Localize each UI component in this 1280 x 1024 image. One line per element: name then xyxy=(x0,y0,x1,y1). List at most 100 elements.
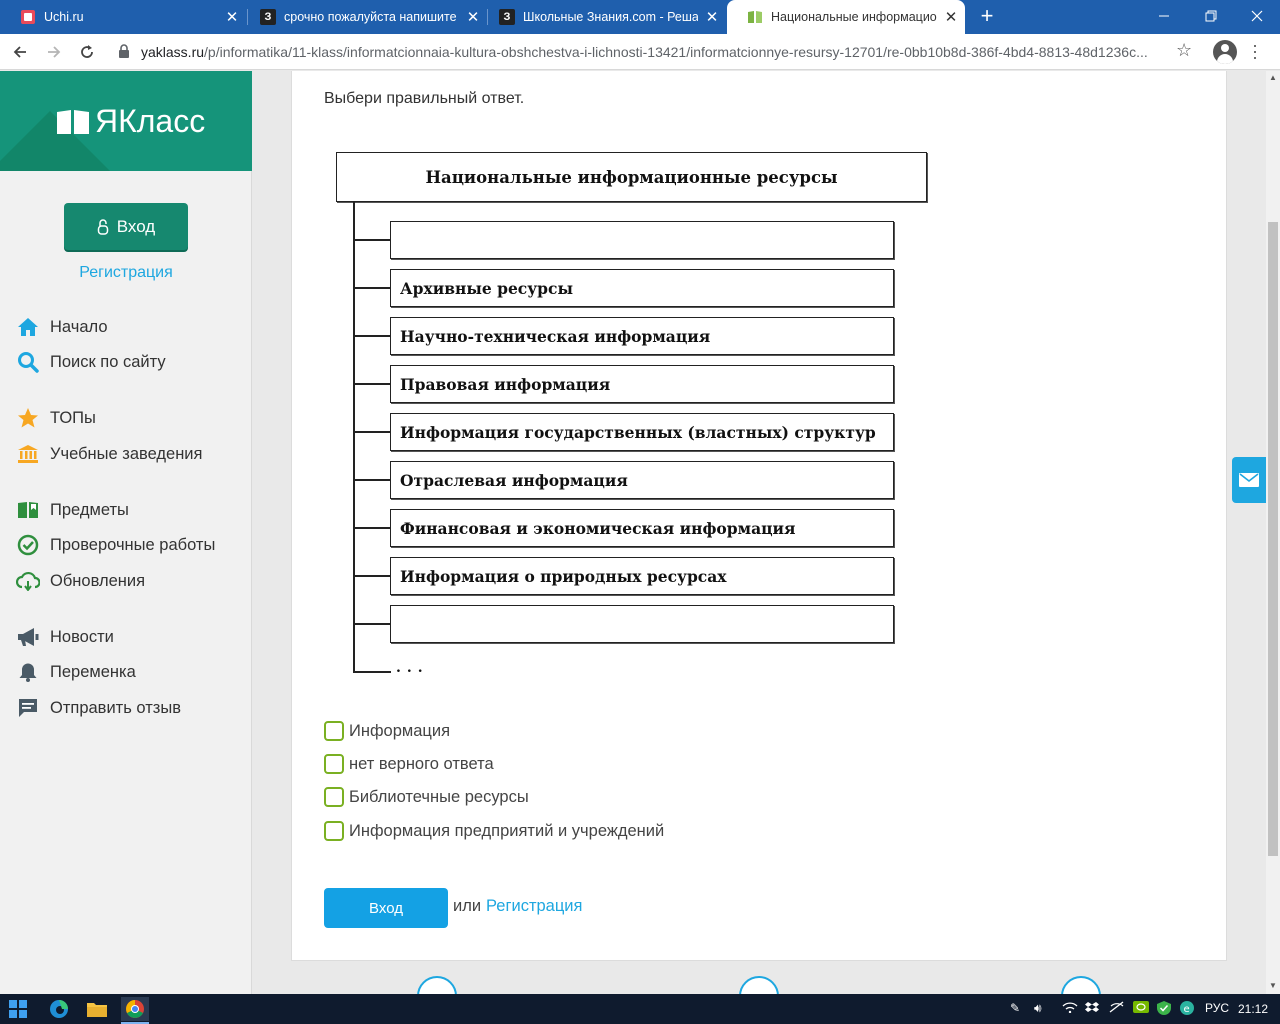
answer-option[interactable]: Библиотечные ресурсы xyxy=(324,786,529,808)
profile-avatar-icon[interactable] xyxy=(1213,40,1237,64)
sidebar-item-institutions[interactable]: Учебные заведения xyxy=(16,442,202,466)
browser-menu-icon[interactable]: · · · xyxy=(1250,36,1260,66)
close-window-icon[interactable] xyxy=(1234,0,1280,32)
file-explorer-icon[interactable] xyxy=(85,997,109,1021)
tab-znanija-question[interactable]: З срочно пожалуйста напишите б ✕ xyxy=(240,0,487,34)
sidebar-item-subjects[interactable]: Предметы xyxy=(16,498,129,522)
star-icon xyxy=(16,406,40,430)
minimize-window-icon[interactable] xyxy=(1141,0,1187,32)
login-button[interactable]: Вход xyxy=(324,888,448,928)
windows-taskbar: ✎ 🔊︎ e РУС 21:12 xyxy=(0,994,1280,1024)
reload-icon[interactable] xyxy=(75,40,99,64)
sidebar-item-break[interactable]: Переменка xyxy=(16,660,136,684)
clock[interactable]: 21:12 xyxy=(1238,995,1268,1023)
edge-browser-icon[interactable] xyxy=(47,997,71,1021)
volume-icon[interactable]: 🔊︎ xyxy=(1034,1001,1042,1016)
znanija-favicon-icon: З xyxy=(499,9,515,25)
logo-content: ЯКласс xyxy=(55,103,205,140)
yaklass-logo[interactable]: ЯКласс xyxy=(0,71,252,171)
diagram-branch-line xyxy=(353,383,391,385)
sidebar-item-label: Отправить отзыв xyxy=(50,698,181,717)
tab-znanija-home[interactable]: З Школьные Знания.com - Решае ✕ xyxy=(479,0,726,34)
sidebar-item-search[interactable]: Поиск по сайту xyxy=(16,350,166,374)
sidebar-item-updates[interactable]: Обновления xyxy=(16,569,145,593)
sidebar-item-tests[interactable]: Проверочные работы xyxy=(16,533,215,557)
comment-icon xyxy=(16,696,40,720)
bell-icon xyxy=(16,660,40,684)
forward-arrow-icon[interactable] xyxy=(42,40,66,64)
diagram-branch-line xyxy=(353,479,391,481)
answer-option[interactable]: Информация предприятий и учреждений xyxy=(324,820,664,842)
diagram-box: Научно-техническая информация xyxy=(390,317,894,355)
nvidia-icon[interactable] xyxy=(1133,1001,1149,1016)
sidebar-item-label: ТОПы xyxy=(50,408,96,427)
home-icon xyxy=(16,315,40,339)
tab-active-yaklass[interactable]: Национальные информационн ✕ xyxy=(727,0,965,34)
lock-icon[interactable] xyxy=(118,44,132,60)
sidebar-login-button[interactable]: Вход xyxy=(64,203,188,250)
sidebar: ЯКласс Вход Регистрация Начало Поиск по … xyxy=(0,71,252,994)
close-tab-icon[interactable]: ✕ xyxy=(698,8,726,26)
tab-title: срочно пожалуйста напишите б xyxy=(284,10,459,24)
windows-start-icon[interactable] xyxy=(6,997,30,1021)
scroll-up-arrow-icon[interactable]: ▲ xyxy=(1266,71,1280,85)
resources-diagram: Национальные информационные ресурсы Архи… xyxy=(336,152,928,682)
sidebar-item-home[interactable]: Начало xyxy=(16,315,108,339)
diagram-branch-line xyxy=(353,671,391,673)
diagram-branch-line xyxy=(353,287,391,289)
answer-option[interactable]: нет верного ответа xyxy=(324,753,494,775)
tab-uchi[interactable]: Uchi.ru ✕ xyxy=(0,0,246,34)
check-circle-icon xyxy=(16,533,40,557)
wifi-icon[interactable] xyxy=(1062,1001,1078,1016)
network-off-icon[interactable] xyxy=(1109,1001,1125,1016)
uchi-favicon-icon xyxy=(20,9,36,25)
new-tab-button[interactable]: + xyxy=(975,4,999,28)
answer-checkbox[interactable] xyxy=(324,787,344,807)
pen-icon[interactable]: ✎ xyxy=(1010,1001,1020,1015)
dropbox-icon[interactable] xyxy=(1085,1001,1099,1016)
ie-shortcut-icon[interactable]: e xyxy=(1180,1001,1194,1018)
tab-title: Школьные Знания.com - Решае xyxy=(523,10,698,24)
sidebar-item-tops[interactable]: ТОПы xyxy=(16,406,96,430)
sidebar-item-label: Предметы xyxy=(50,500,129,519)
answer-checkbox[interactable] xyxy=(324,754,344,774)
sidebar-item-label: Поиск по сайту xyxy=(50,352,166,371)
close-tab-icon[interactable]: ✕ xyxy=(937,8,965,26)
diagram-box: Информация о природных ресурсах xyxy=(390,557,894,595)
sidebar-item-label: Новости xyxy=(50,627,114,646)
restore-window-icon[interactable] xyxy=(1188,0,1234,32)
scroll-down-arrow-icon[interactable]: ▼ xyxy=(1266,979,1280,993)
logo-text: ЯКласс xyxy=(95,103,206,139)
diagram-box-blank xyxy=(390,605,894,643)
sidebar-item-label: Учебные заведения xyxy=(50,444,203,463)
or-text: или xyxy=(453,897,482,915)
sidebar-item-news[interactable]: Новости xyxy=(16,625,114,649)
sidebar-item-feedback[interactable]: Отправить отзыв xyxy=(16,696,181,720)
register-link[interactable]: Регистрация xyxy=(486,897,582,916)
answer-option[interactable]: Информация xyxy=(324,720,450,742)
url-path: /p/informatika/11-klass/informatcionnaia… xyxy=(204,44,1148,60)
browser-tab-bar: Uchi.ru ✕ З срочно пожалуйста напишите б… xyxy=(0,0,1280,34)
bookmark-star-icon[interactable]: ☆ xyxy=(1176,40,1192,61)
chrome-browser-icon[interactable] xyxy=(121,997,149,1021)
answer-option-label: Информация предприятий и учреждений xyxy=(349,821,665,840)
sidebar-item-label: Начало xyxy=(50,317,108,336)
task-prompt: Выбери правильный ответ. xyxy=(324,90,525,107)
diagram-branch-line xyxy=(353,527,391,529)
answer-checkbox[interactable] xyxy=(324,721,344,741)
book-logo-icon xyxy=(57,109,89,134)
feedback-mail-button[interactable] xyxy=(1232,457,1266,503)
shield-security-icon[interactable] xyxy=(1157,1001,1171,1018)
answer-option-label: Библиотечные ресурсы xyxy=(349,787,529,806)
tab-title: Uchi.ru xyxy=(44,10,84,24)
language-indicator[interactable]: РУС xyxy=(1205,1001,1229,1015)
padlock-icon xyxy=(97,218,109,235)
url-field[interactable]: yaklass.ru/p/informatika/11-klass/inform… xyxy=(141,44,1166,60)
answer-option-label: Информация xyxy=(349,721,451,740)
scrollbar-thumb[interactable] xyxy=(1268,222,1278,856)
back-arrow-icon[interactable] xyxy=(8,40,32,64)
sidebar-register-link[interactable]: Регистрация xyxy=(0,264,252,282)
znanija-favicon-icon: З xyxy=(260,9,276,25)
diagram-trunk-line xyxy=(353,202,355,672)
answer-checkbox[interactable] xyxy=(324,821,344,841)
